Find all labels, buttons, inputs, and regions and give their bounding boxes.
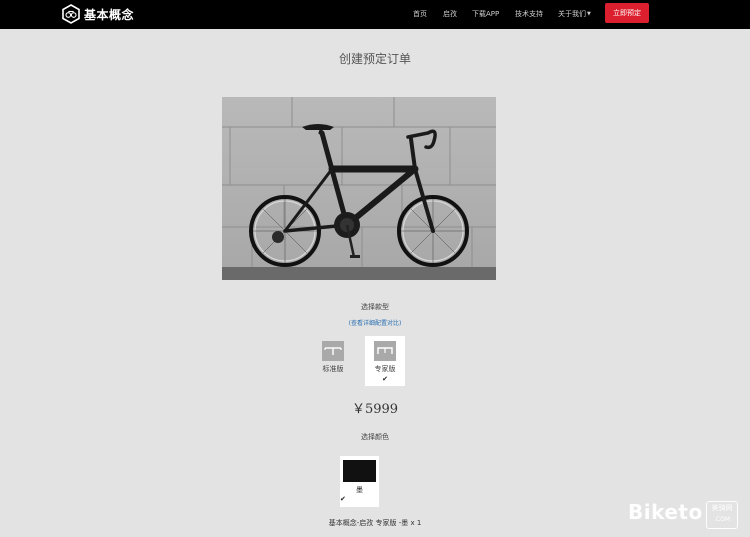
- model-section-label: 选择款型: [361, 303, 389, 311]
- brand-hexagon-icon: [62, 4, 80, 24]
- model-option-standard-label: 标准版: [322, 365, 344, 373]
- handlebar-drop-icon: [374, 341, 396, 361]
- color-swatch: [343, 460, 376, 482]
- preorder-button[interactable]: 立即预定: [605, 3, 649, 23]
- nav-download-app[interactable]: 下载APP: [472, 9, 499, 19]
- brand-logo[interactable]: 基本概念: [62, 4, 134, 24]
- handlebar-flat-icon: [322, 341, 344, 361]
- color-section-label: 选择颜色: [361, 433, 389, 441]
- color-option-ink-label: 墨: [356, 486, 363, 494]
- compare-specs-link[interactable]: (查看详细配置对比): [0, 318, 750, 327]
- nav-home[interactable]: 首页: [413, 9, 427, 19]
- nav-about[interactable]: 关于我们▼: [558, 9, 591, 19]
- watermark-brand: Biketo: [628, 500, 703, 524]
- checkmark-icon: ✔: [340, 495, 346, 503]
- nav-about-label: 关于我们: [558, 10, 586, 18]
- top-navbar: 基本概念 首页 启孜 下载APP 技术支持 关于我们▼ 立即预定: [0, 0, 750, 29]
- model-option-expert[interactable]: 专家版 ✔: [365, 336, 405, 386]
- bike-photo: [222, 97, 496, 280]
- checkmark-icon: ✔: [382, 375, 388, 383]
- watermark-badge: 美骑网 .COM: [706, 501, 738, 529]
- biketo-watermark: Biketo 美骑网 .COM: [628, 500, 740, 530]
- nav-qizi[interactable]: 启孜: [443, 9, 457, 19]
- model-option-standard[interactable]: 标准版: [313, 336, 353, 386]
- brand-name: 基本概念: [84, 7, 135, 22]
- caret-down-icon: ▼: [587, 11, 591, 17]
- page-title: 创建预定订单: [338, 52, 411, 66]
- price-display: ￥5999: [351, 402, 399, 417]
- nav-support[interactable]: 技术支持: [515, 9, 543, 19]
- watermark-sub2: .COM: [714, 516, 730, 523]
- bike-image: [222, 97, 496, 280]
- model-option-expert-label: 专家版: [374, 365, 396, 373]
- watermark-sub1: 美骑网: [711, 504, 733, 512]
- color-option-ink[interactable]: 墨 ✔: [340, 456, 379, 507]
